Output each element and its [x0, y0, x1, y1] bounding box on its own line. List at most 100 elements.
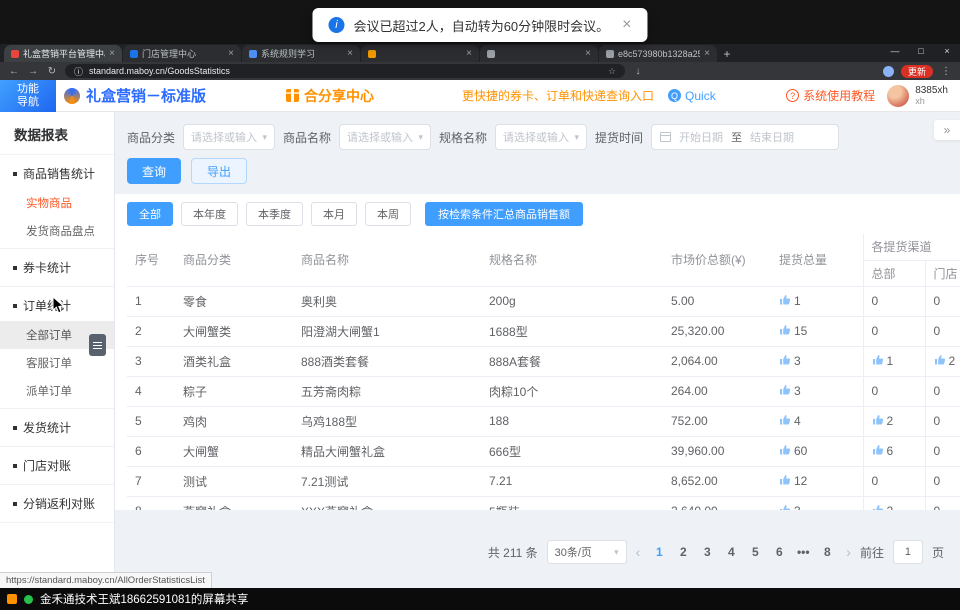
quick-link[interactable]: Q Quick [668, 89, 716, 103]
goods-category: 测试 [175, 466, 293, 496]
next-page-icon[interactable]: › [846, 540, 851, 564]
chevron-down-icon: ▾ [575, 132, 580, 143]
table-row[interactable]: 5鸡肉乌鸡188型188752.00420 [127, 406, 960, 436]
pickup-icon [779, 324, 791, 336]
user-avatar[interactable] [887, 85, 909, 107]
range-tab[interactable]: 全部 [127, 202, 173, 226]
page-number[interactable]: 1 [649, 540, 669, 564]
sidebar-group-label[interactable]: 券卡统计 [0, 252, 114, 283]
summary-by-filter-button[interactable]: 按检索条件汇总商品销售额 [425, 202, 583, 226]
tab-title: 门店管理中心 [142, 47, 224, 60]
page-number[interactable]: 6 [769, 540, 789, 564]
tutorial-link[interactable]: ? 系统使用教程 [786, 87, 875, 104]
sidebar-item[interactable]: 派单订单 [0, 377, 114, 405]
reload-icon[interactable]: ↻ [46, 66, 58, 77]
tab-close-icon[interactable]: × [585, 48, 591, 59]
close-window-button[interactable]: × [934, 44, 960, 59]
range-tab[interactable]: 本月 [311, 202, 357, 226]
col-header-store: 门店 [925, 260, 960, 286]
table-row[interactable]: 1零食奥利奥200g5.00100 [127, 286, 960, 316]
col-header-category: 商品分类 [175, 234, 293, 286]
goods-category: 酒类礼盒 [175, 346, 293, 376]
bookmark-star-icon[interactable]: ☆ [608, 66, 616, 77]
filter-select[interactable]: 请选择或输入▾ [183, 124, 275, 150]
sidebar-drag-handle[interactable] [89, 334, 106, 356]
site-info-icon[interactable]: ⓘ [74, 65, 83, 78]
sidebar-group-label[interactable]: 分销返利对账 [0, 488, 114, 519]
forward-icon[interactable]: → [27, 66, 39, 77]
user-info[interactable]: 8385xh xh [915, 85, 948, 107]
tab-close-icon[interactable]: × [228, 48, 234, 59]
tab-title: e8c573980b1328a2588d2e6f [618, 49, 700, 59]
goto-page-input[interactable]: 1 [893, 540, 923, 564]
page-number[interactable]: 5 [745, 540, 765, 564]
market-total: 39,960.00 [663, 436, 771, 466]
channel-store: 0 [925, 466, 960, 496]
table-row[interactable]: 6大闸蟹精品大闸蟹礼盒666型39,960.006060 [127, 436, 960, 466]
tab-close-icon[interactable]: × [347, 48, 353, 59]
share-center-link[interactable]: 合分享中心 [286, 86, 374, 106]
sidebar-group-text: 商品销售统计 [23, 165, 95, 182]
quick-q-icon: Q [668, 89, 681, 102]
col-header-amount: 市场价总额(¥) [663, 234, 771, 286]
table-row[interactable]: 3酒类礼盒888酒类套餐888A套餐2,064.00312 [127, 346, 960, 376]
tab-close-icon[interactable]: × [466, 48, 472, 59]
col-header-spec: 规格名称 [481, 234, 663, 286]
sidebar-group-label[interactable]: 门店对账 [0, 450, 114, 481]
page-ellipsis[interactable]: ••• [793, 540, 813, 564]
sidebar-group-label[interactable]: 商品销售统计 [0, 158, 114, 189]
browser-tab[interactable]: 系统规则学习× [242, 45, 360, 62]
page-number[interactable]: 4 [721, 540, 741, 564]
action-button-row: 查询 导出 [127, 158, 960, 184]
sidebar-group-label[interactable]: 发货统计 [0, 412, 114, 443]
pickup-date-range-picker[interactable]: 开始日期 至 结束日期 [651, 124, 839, 150]
channel-store: 0 [925, 286, 960, 316]
browser-tab[interactable]: 门店管理中心 × [123, 45, 241, 62]
date-separator: 至 [731, 129, 742, 145]
minimize-button[interactable]: — [882, 44, 908, 59]
browser-tab[interactable]: × [361, 45, 479, 62]
range-tab[interactable]: 本周 [365, 202, 411, 226]
channel-hq: 0 [863, 466, 925, 496]
table-row[interactable]: 7测试7.21测试7.218,652.001200 [127, 466, 960, 496]
table-row[interactable]: 4粽子五芳斋肉粽肉粽10个264.00300 [127, 376, 960, 406]
table-row[interactable]: 8燕窝礼盒XXX燕窝礼盒5瓶装2,640.00320 [127, 496, 960, 510]
tab-close-icon[interactable]: × [109, 48, 115, 59]
url-text: standard.maboy.cn/GoodsStatistics [89, 66, 602, 76]
browser-tab[interactable]: × [480, 45, 598, 62]
table-row[interactable]: 2大闸蟹类阳澄湖大闸蟹11688型25,320.001500 [127, 316, 960, 346]
export-button[interactable]: 导出 [191, 158, 247, 184]
page-size-select[interactable]: 30条/页 ▾ [547, 540, 627, 564]
sidebar-item[interactable]: 发货商品盘点 [0, 217, 114, 245]
toast-close-icon[interactable]: × [622, 16, 631, 34]
filter-select[interactable]: 请选择或输入▾ [495, 124, 587, 150]
sidebar-title: 数据报表 [0, 112, 114, 155]
browser-tab[interactable]: e8c573980b1328a2588d2e6f × [599, 45, 717, 62]
browser-tab[interactable]: 礼盒营销平台管理中心× [4, 45, 122, 62]
download-icon[interactable]: ↓ [632, 66, 644, 77]
pickup-icon [872, 444, 884, 456]
browser-menu-icon[interactable]: ⋮ [940, 66, 952, 77]
tab-close-icon[interactable]: × [704, 48, 710, 59]
collapse-panel-button[interactable]: » [934, 120, 960, 140]
channel-hq: 0 [863, 376, 925, 406]
goods-name: 奥利奥 [293, 286, 481, 316]
range-tab[interactable]: 本年度 [181, 202, 238, 226]
range-tab[interactable]: 本季度 [246, 202, 303, 226]
maximize-button[interactable]: □ [908, 44, 934, 59]
function-nav-button[interactable]: 功能导航 [0, 80, 56, 112]
prev-page-icon[interactable]: ‹ [636, 540, 641, 564]
filter-select[interactable]: 请选择或输入▾ [339, 124, 431, 150]
browser-update-button[interactable]: 更新 [901, 65, 933, 78]
browser-profile-avatar[interactable] [883, 66, 894, 77]
url-bar[interactable]: ⓘ standard.maboy.cn/GoodsStatistics ☆ [65, 64, 625, 78]
back-icon[interactable]: ← [8, 66, 20, 77]
query-button[interactable]: 查询 [127, 158, 181, 184]
page-number[interactable]: 2 [673, 540, 693, 564]
page-numbers: 123456•••8 [649, 540, 837, 564]
new-tab-button[interactable]: + [718, 45, 736, 62]
bullet-icon [13, 304, 17, 308]
sidebar-item[interactable]: 实物商品 [0, 189, 114, 217]
page-number[interactable]: 8 [817, 540, 837, 564]
page-number[interactable]: 3 [697, 540, 717, 564]
